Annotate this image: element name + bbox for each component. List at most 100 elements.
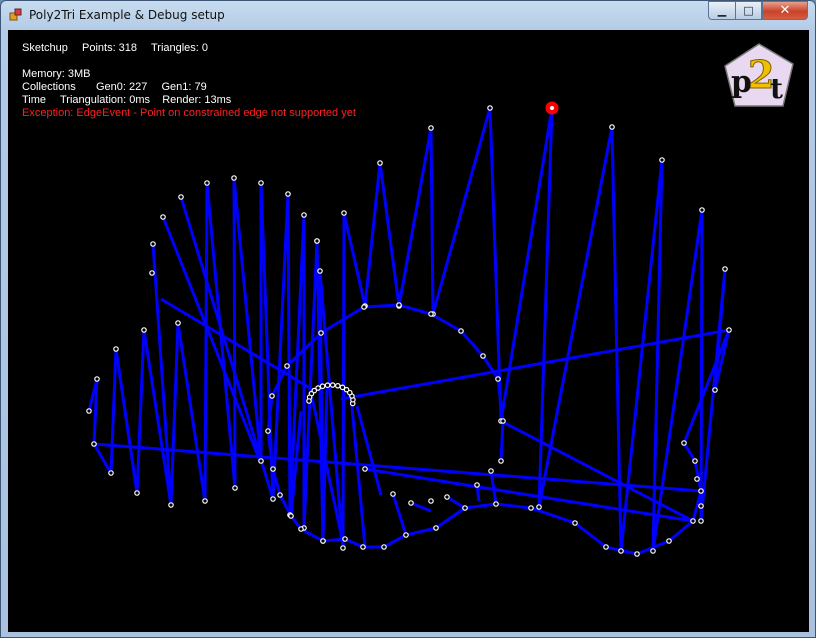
render-time: Render: 13ms: [162, 94, 232, 106]
vertex-point: [634, 551, 640, 557]
vertex-point: [320, 538, 326, 544]
vertex-point: [202, 498, 208, 504]
vertex-point: [698, 503, 704, 509]
vertex-point: [340, 545, 346, 551]
vertex-point: [341, 210, 347, 216]
app-window: Poly2Tri Example & Debug setup ▁ □ ✕ Ske…: [0, 0, 816, 638]
vertex-point: [712, 387, 718, 393]
vertex-point: [334, 382, 341, 389]
vertex-point: [258, 180, 264, 186]
points-layer: [86, 105, 732, 557]
vertex-point: [403, 532, 409, 538]
vertex-point: [428, 311, 434, 317]
vertex-point: [175, 320, 181, 326]
vertex-point: [666, 538, 672, 544]
vertex-point: [362, 466, 368, 472]
vertex-point: [168, 502, 174, 508]
title-bar[interactable]: Poly2Tri Example & Debug setup ▁ □ ✕: [1, 1, 815, 29]
minimize-button[interactable]: ▁: [708, 1, 735, 20]
highlighted-point-center: [550, 106, 554, 110]
vertex-point: [603, 544, 609, 550]
vertex-point: [444, 494, 450, 500]
vertex-point: [231, 175, 237, 181]
maximize-button[interactable]: □: [735, 1, 762, 20]
vertex-point: [178, 194, 184, 200]
vertex-point: [536, 504, 542, 510]
vertex-point: [314, 238, 320, 244]
maximize-icon: □: [743, 4, 754, 17]
vertex-point: [361, 304, 367, 310]
vertex-point: [301, 212, 307, 218]
gen0-stat: Gen0: 227: [96, 81, 148, 93]
vertex-point: [108, 470, 114, 476]
vertex-point: [318, 330, 324, 336]
triangulation-canvas[interactable]: Sketchup Points: 318 Triangles: 0 Memory…: [8, 30, 809, 632]
vertex-point: [528, 505, 534, 511]
vertex-point: [381, 544, 387, 550]
vertex-point: [285, 191, 291, 197]
vertex-point: [284, 363, 290, 369]
vertex-point: [319, 383, 326, 390]
vertex-point: [726, 327, 732, 333]
memory-stat: Memory: 3MB: [22, 68, 91, 80]
vertex-point: [269, 393, 275, 399]
vertex-point: [428, 498, 434, 504]
vertex-point: [113, 346, 119, 352]
vertex-point: [500, 418, 506, 424]
triangulation-time: Triangulation: 0ms: [59, 94, 151, 106]
vertex-point: [694, 476, 700, 482]
p2t-logo: p 2 t: [724, 43, 794, 107]
vertex-point: [134, 490, 140, 496]
vertex-point: [681, 440, 687, 446]
gen1-stat: Gen1: 79: [161, 81, 207, 93]
edges-layer: [87, 106, 731, 556]
vertex-point: [462, 505, 468, 511]
vertex-point: [690, 518, 696, 524]
logo-t: t: [770, 72, 783, 105]
vertex-point: [474, 482, 480, 488]
vertex-point: [265, 428, 271, 434]
vertex-point: [396, 302, 402, 308]
vertex-point: [277, 492, 283, 498]
vertex-point: [342, 536, 348, 542]
vertex-point: [306, 398, 312, 404]
close-button[interactable]: ✕: [762, 1, 808, 20]
vertex-point: [650, 548, 656, 554]
minimize-icon: ▁: [717, 4, 727, 17]
vertex-point: [141, 327, 147, 333]
polygon-drawing: [86, 101, 732, 557]
vertex-point: [339, 384, 346, 391]
vertex-point: [298, 526, 304, 532]
vertex-point: [495, 376, 501, 382]
vertex-point: [324, 382, 331, 388]
vertex-point: [572, 520, 578, 526]
vertex-point: [699, 207, 705, 213]
vertex-point: [317, 268, 323, 274]
vertex-point: [149, 270, 155, 276]
time-label: Time: [22, 94, 47, 106]
collections-label: Collections: [22, 81, 76, 93]
vertex-point: [493, 501, 499, 507]
vertex-point: [270, 466, 276, 472]
vertex-point: [360, 544, 366, 550]
vertex-point: [698, 488, 704, 494]
vertex-point: [329, 382, 336, 388]
vertex-point: [458, 328, 464, 334]
vertex-point: [91, 441, 97, 447]
vertex-point: [618, 548, 624, 554]
vertex-point: [480, 353, 486, 359]
vertex-point: [408, 500, 414, 506]
vertex-point: [692, 458, 698, 464]
vertex-point: [232, 485, 238, 491]
vertex-point: [94, 376, 100, 382]
triangles-count: Triangles: 0: [150, 42, 209, 54]
points-count: Points: 318: [82, 42, 138, 54]
vertex-point: [86, 408, 92, 414]
vertex-point: [288, 513, 294, 519]
vertex-point: [698, 518, 704, 524]
window-title: Poly2Tri Example & Debug setup: [29, 8, 225, 22]
vertex-point: [498, 458, 504, 464]
vertex-point: [609, 124, 615, 130]
vertex-point: [270, 496, 276, 502]
vertex-point: [150, 241, 156, 247]
